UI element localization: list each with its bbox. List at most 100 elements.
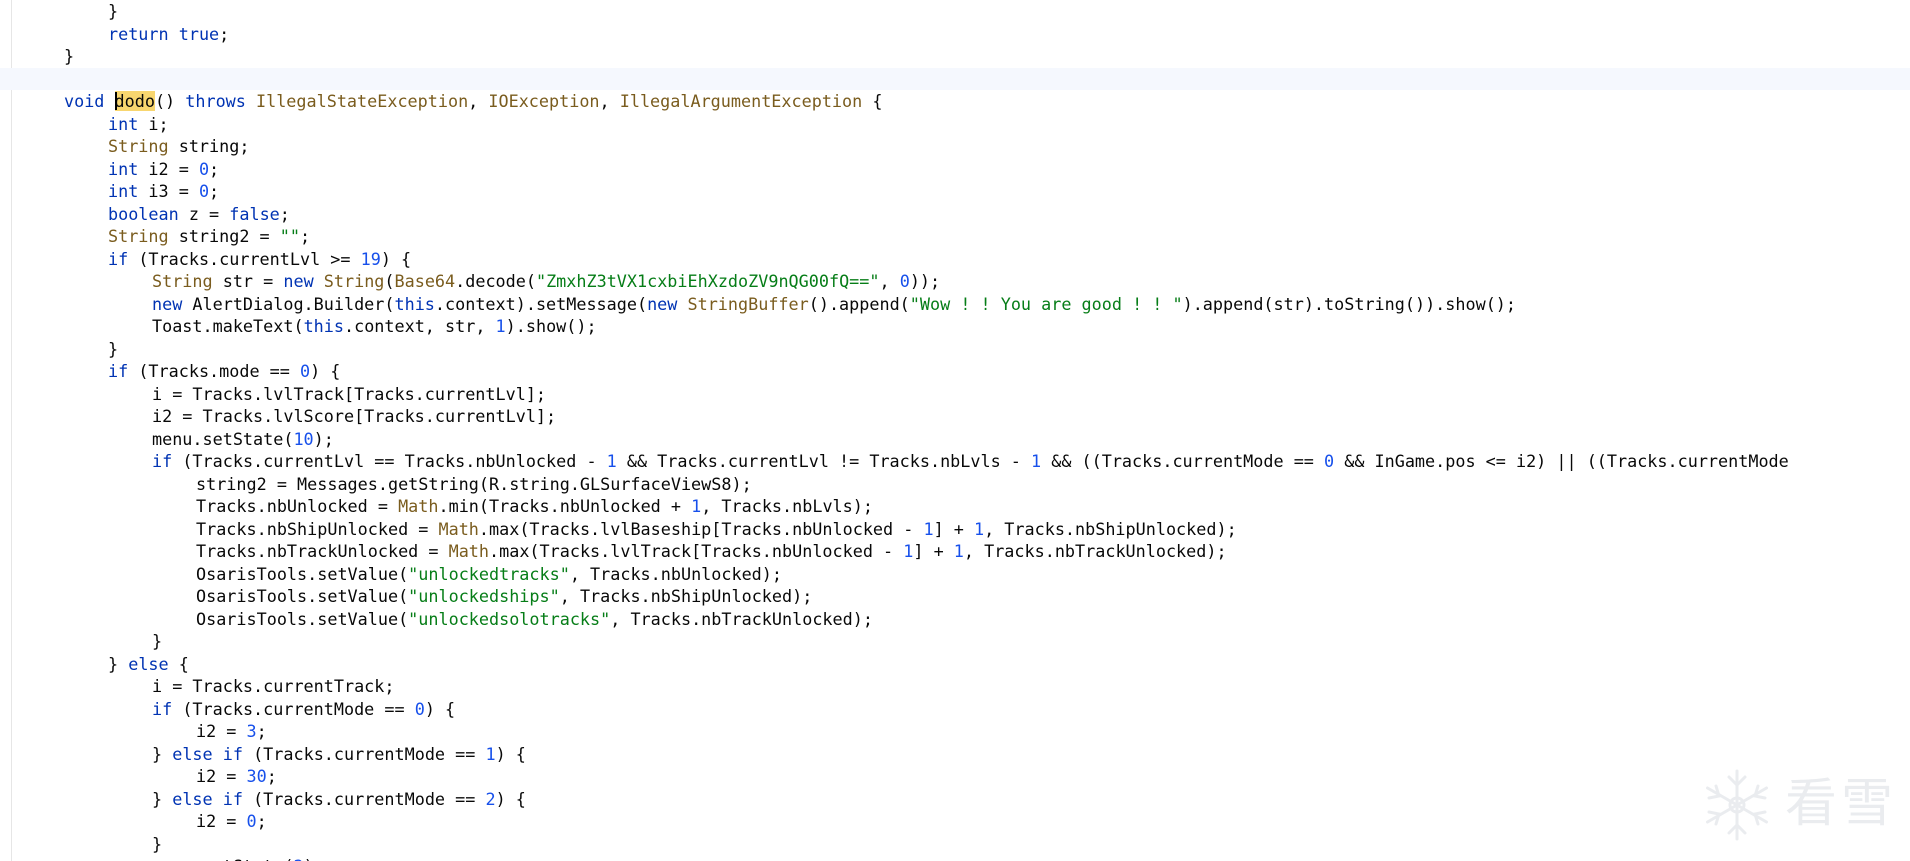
code-line[interactable]: int i2 = 0; (0, 158, 1910, 181)
code-editor[interactable]: } return true;} void dodo() throws Illegal… (0, 0, 1910, 861)
token: i2 = (196, 811, 247, 831)
code-line-text: Tracks.nbUnlocked = Math.min(Tracks.nbUn… (196, 495, 873, 518)
code-line[interactable]: String string2 = ""; (0, 225, 1910, 248)
code-line[interactable]: } (0, 630, 1910, 653)
code-line[interactable]: new AlertDialog.Builder(this.context).se… (0, 293, 1910, 316)
code-line[interactable]: i = Tracks.currentTrack; (0, 675, 1910, 698)
code-line-text: } (64, 45, 74, 68)
token-kw: new (152, 293, 183, 314)
code-line[interactable]: menu.setState(2); (0, 855, 1910, 861)
token: str = (212, 271, 284, 291)
code-line-text: OsarisTools.setValue("unlockedtracks", T… (196, 563, 782, 586)
token: , (879, 271, 900, 291)
token: , Tracks.nbShipUnlocked); (984, 518, 1237, 539)
code-line[interactable]: String str = new String(Base64.decode("Z… (0, 270, 1910, 293)
token-str: "unlockedtracks" (408, 563, 570, 584)
token: , Tracks.nbLvls); (701, 496, 873, 516)
token-num: 10 (293, 428, 314, 449)
token-kw: if (222, 743, 243, 764)
code-line[interactable]: void dodo() throws IllegalStateException… (0, 90, 1910, 113)
code-line[interactable]: String string; (0, 135, 1910, 158)
code-line[interactable]: } (0, 833, 1910, 856)
code-line[interactable]: OsarisTools.setValue("unlockedtracks", T… (0, 563, 1910, 586)
token: } (152, 788, 173, 809)
token: ; (256, 721, 267, 741)
token: ) { (495, 743, 526, 764)
token: z = (178, 203, 230, 224)
token-kw: this (394, 293, 435, 314)
token: { (168, 653, 189, 674)
token-num: 0 (899, 271, 910, 291)
code-line[interactable]: i2 = 0; (0, 810, 1910, 833)
token-typ: String (108, 136, 169, 156)
code-line[interactable]: if (Tracks.currentMode == 0) { (0, 698, 1910, 721)
code-line-text: string2 = Messages.getString(R.string.GL… (196, 473, 752, 496)
code-line[interactable]: if (Tracks.currentLvl >= 19) { (0, 248, 1910, 271)
token: i2 = (196, 721, 247, 741)
code-line[interactable]: if (Tracks.currentLvl == Tracks.nbUnlock… (0, 450, 1910, 473)
token: )); (909, 271, 941, 291)
token: ; (299, 226, 311, 246)
code-line-text: } (108, 0, 118, 23)
code-line-text: i = Tracks.currentTrack; (152, 675, 394, 698)
code-line[interactable]: i2 = 30; (0, 765, 1910, 788)
code-area[interactable]: } return true;} void dodo() throws Illegal… (0, 0, 1910, 861)
token: menu.setState( (152, 428, 294, 449)
code-line-text: i2 = 0; (196, 810, 267, 833)
code-line[interactable]: Tracks.nbShipUnlocked = Math.max(Tracks.… (0, 518, 1910, 541)
token-kw: if (152, 451, 173, 471)
code-line[interactable]: i = Tracks.lvlTrack[Tracks.currentLvl]; (0, 383, 1910, 406)
token: i2 = (138, 158, 199, 179)
token: (Tracks.currentLvl == Tracks.nbUnlocked … (172, 451, 607, 471)
token: ; (256, 811, 267, 831)
code-line[interactable]: i2 = Tracks.lvlScore[Tracks.currentLvl]; (0, 405, 1910, 428)
token-kw: false (229, 203, 280, 224)
token-kw: else (172, 788, 213, 809)
token-typ: IOException (488, 91, 600, 111)
code-line-text: Tracks.nbShipUnlocked = Math.max(Tracks.… (196, 518, 1237, 541)
code-line[interactable]: } else { (0, 653, 1910, 676)
code-line[interactable]: int i; (0, 113, 1910, 136)
code-line-text: boolean z = false; (108, 203, 290, 226)
code-line[interactable]: } (0, 45, 1910, 68)
code-line[interactable]: } (0, 0, 1910, 23)
code-line[interactable]: } (0, 338, 1910, 361)
code-line[interactable]: Toast.makeText(this.context, str, 1).sho… (0, 315, 1910, 338)
token: (Tracks.currentMode == (172, 698, 415, 719)
token-hl: dodo (114, 91, 155, 111)
code-line-text: Tracks.nbTrackUnlocked = Math.max(Tracks… (196, 540, 1227, 563)
code-line[interactable]: int i3 = 0; (0, 180, 1910, 203)
token: .decode( (455, 271, 536, 291)
code-line[interactable]: Tracks.nbTrackUnlocked = Math.max(Tracks… (0, 540, 1910, 563)
token-typ: Math (438, 518, 479, 539)
token: } (152, 631, 163, 651)
token-typ: String (152, 271, 213, 291)
code-line[interactable]: Tracks.nbUnlocked = Math.min(Tracks.nbUn… (0, 495, 1910, 518)
code-line[interactable]: OsarisTools.setValue("unlockedsolotracks… (0, 608, 1910, 631)
code-line-text: } else if (Tracks.currentMode == 2) { (152, 788, 526, 811)
code-line[interactable] (0, 67, 1910, 90)
token-kw: boolean (108, 203, 179, 224)
code-line[interactable]: string2 = Messages.getString(R.string.GL… (0, 473, 1910, 496)
code-line[interactable]: menu.setState(10); (0, 428, 1910, 451)
code-line[interactable]: return true; (0, 23, 1910, 46)
token: && Tracks.currentLvl != Tracks.nbLvls - (616, 451, 1031, 471)
code-line[interactable]: } else if (Tracks.currentMode == 2) { (0, 788, 1910, 811)
token-typ: IllegalArgumentException (619, 91, 863, 111)
token: && ((Tracks.currentMode == (1041, 451, 1324, 471)
code-line-text: new AlertDialog.Builder(this.context).se… (152, 293, 1516, 316)
token: (Tracks.currentMode == (242, 788, 486, 809)
code-line[interactable]: } else if (Tracks.currentMode == 1) { (0, 743, 1910, 766)
token-typ: Math (448, 541, 490, 561)
code-line[interactable]: if (Tracks.mode == 0) { (0, 360, 1910, 383)
code-line[interactable]: i2 = 3; (0, 720, 1910, 743)
code-line[interactable]: OsarisTools.setValue("unlockedships", Tr… (0, 585, 1910, 608)
token: } (152, 833, 163, 854)
code-line-text: i2 = Tracks.lvlScore[Tracks.currentLvl]; (152, 405, 556, 428)
token-typ: IllegalStateException (256, 91, 469, 111)
code-line[interactable]: boolean z = false; (0, 203, 1910, 226)
token: string2 = Messages.getString(R.string.GL… (196, 473, 752, 494)
